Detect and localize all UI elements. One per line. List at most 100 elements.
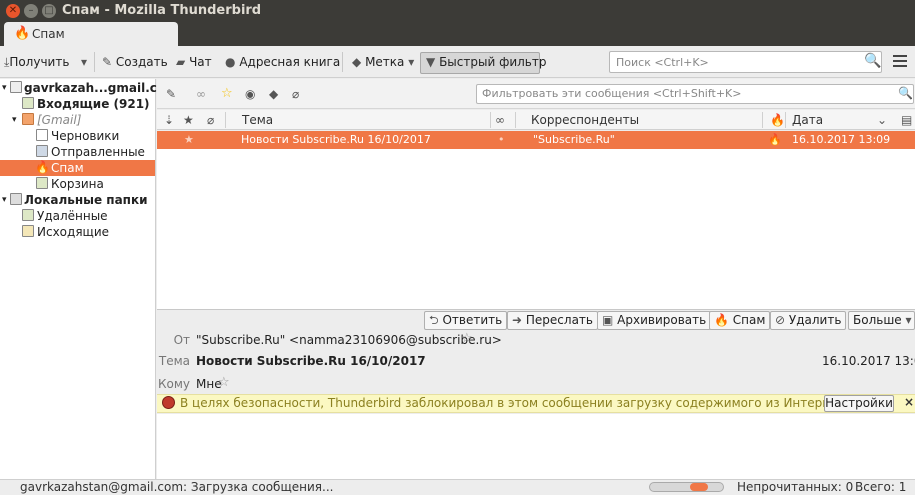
message-correspondent: "Subscribe.Ru" xyxy=(533,133,615,146)
subject-label: Тема xyxy=(158,354,190,368)
toolbar-separator xyxy=(94,52,95,72)
add-contact-star-icon[interactable]: ☆ xyxy=(218,375,230,390)
junk-column-icon[interactable]: 🔥 xyxy=(770,113,785,127)
collapse-arrow-icon[interactable]: ▾ xyxy=(2,83,7,93)
window-title: Спам - Mozilla Thunderbird xyxy=(62,3,262,18)
folder-drafts[interactable]: Черновики xyxy=(0,128,155,144)
search-placeholder: Поиск <Ctrl+K> xyxy=(616,56,709,69)
from-value[interactable]: "Subscribe.Ru" <namma23106906@subscribe.… xyxy=(196,333,502,347)
flame-icon: 🔥 xyxy=(714,313,729,327)
status-text: gavrkazahstan@gmail.com: Загрузка сообще… xyxy=(20,480,334,494)
quick-filter-label: ▼ Быстрый фильтр xyxy=(426,55,547,69)
get-messages-dropdown[interactable]: ▾ xyxy=(81,55,87,69)
collapse-arrow-icon[interactable]: ▾ xyxy=(2,195,7,205)
write-button[interactable]: ✎ Создать xyxy=(102,55,168,69)
delete-button[interactable]: ⊘ Удалить xyxy=(770,311,847,330)
contact-filter-icon[interactable]: ◉ xyxy=(245,87,255,101)
to-label: Кому xyxy=(157,377,190,391)
star-icon[interactable]: ★ xyxy=(184,133,194,146)
folder-icon xyxy=(22,113,34,125)
folder-trash[interactable]: Корзина xyxy=(0,176,155,192)
window-maximize-button[interactable]: □ xyxy=(42,4,56,18)
junk-button[interactable]: 🔥 Спам xyxy=(709,311,771,330)
subject-value: Новости Subscribe.Ru 16/10/2017 xyxy=(196,354,426,368)
message-body xyxy=(157,414,915,479)
delete-icon: ⊘ xyxy=(775,313,786,327)
column-separator xyxy=(490,112,491,128)
computer-icon xyxy=(10,193,22,205)
drafts-icon xyxy=(36,129,48,141)
add-contact-star-icon[interactable]: ☆ xyxy=(461,331,473,346)
folder-account[interactable]: ▾ gavrkazah...gmail.com xyxy=(0,80,178,96)
from-label: От xyxy=(173,333,190,347)
flame-icon: 🔥 xyxy=(14,26,31,41)
unread-column-icon[interactable]: ∞ xyxy=(495,113,505,127)
sort-arrow-icon: ⌄ xyxy=(877,113,888,127)
unread-count: Непрочитанных: 0 xyxy=(737,480,854,494)
chat-button[interactable]: ▰ Чат xyxy=(176,55,212,69)
date-column-header[interactable]: Дата xyxy=(792,113,823,127)
chat-bubble-icon: ▰ xyxy=(176,55,186,69)
date-value: 16.10.2017 13:09 xyxy=(822,354,915,368)
notice-text: В целях безопасности, Thunderbird заблок… xyxy=(180,396,856,410)
window-minimize-button[interactable]: – xyxy=(24,4,38,18)
column-picker-icon[interactable]: ▤ xyxy=(901,113,912,127)
archive-button[interactable]: ▣ Архивировать xyxy=(597,311,712,330)
flame-icon: 🔥 xyxy=(35,160,50,174)
window-close-button[interactable]: ✕ xyxy=(6,4,20,18)
address-book-button[interactable]: ● Адресная книга xyxy=(225,55,340,69)
reply-icon: ⮌ xyxy=(429,313,439,327)
close-icon[interactable]: × xyxy=(904,395,914,409)
outbox-icon xyxy=(22,225,34,237)
forward-arrow-icon: ➜ xyxy=(512,313,523,327)
message-date: 16.10.2017 13:09 xyxy=(792,133,891,146)
total-count: Всего: 1 xyxy=(855,480,907,494)
starred-filter-icon[interactable]: ☆ xyxy=(221,86,233,101)
folder-inbox[interactable]: Входящие (921) xyxy=(0,96,155,112)
thread-column-icon[interactable]: ⇣ xyxy=(164,113,174,127)
folder-outbox[interactable]: Исходящие xyxy=(0,224,155,240)
correspondents-column-header[interactable]: Корреспонденты xyxy=(531,113,639,127)
folder-spam[interactable]: 🔥 Спам xyxy=(0,160,155,176)
progress-bar xyxy=(649,482,724,492)
attachment-filter-icon[interactable]: ⌀ xyxy=(292,87,299,101)
column-separator xyxy=(225,112,226,128)
collapse-arrow-icon[interactable]: ▾ xyxy=(12,115,17,125)
dropdown-arrow-icon: ▾ xyxy=(408,55,415,69)
reply-button[interactable]: ⮌ Ответить xyxy=(424,311,508,330)
dropdown-arrow-icon: ▾ xyxy=(81,55,88,69)
tab-label: Спам xyxy=(32,27,65,41)
sent-icon xyxy=(36,145,48,157)
column-separator xyxy=(762,112,763,128)
unread-filter-icon[interactable]: ∞ xyxy=(196,87,206,101)
folder-gmail[interactable]: ▾ [Gmail] xyxy=(0,112,155,128)
attachment-column-icon[interactable]: ⌀ xyxy=(207,113,214,127)
pin-icon[interactable]: ✎ xyxy=(166,87,176,101)
folder-deleted[interactable]: Удалённые xyxy=(0,208,155,224)
mail-account-icon xyxy=(10,81,22,93)
message-subject: Новости Subscribe.Ru 16/10/2017 xyxy=(241,133,431,146)
app-menu-icon[interactable] xyxy=(893,55,907,67)
junk-flame-icon[interactable]: 🔥 xyxy=(768,133,782,146)
folder-local[interactable]: ▾ Локальные папки xyxy=(0,192,155,208)
column-separator xyxy=(515,112,516,128)
notice-settings-button[interactable]: Настройки xyxy=(824,395,894,412)
tag-icon: ◆ xyxy=(352,55,362,69)
get-messages-button[interactable]: ⤓Получить xyxy=(4,55,69,70)
unread-dot-icon[interactable]: • xyxy=(498,133,505,146)
search-icon[interactable]: 🔍 xyxy=(864,53,881,69)
folder-sent[interactable]: Отправленные xyxy=(0,144,155,160)
filter-icon: ▼ xyxy=(426,55,436,69)
forward-button[interactable]: ➜ Переслать xyxy=(507,311,598,330)
toolbar-separator xyxy=(342,52,343,72)
person-icon: ● xyxy=(225,55,236,69)
column-separator xyxy=(785,112,786,128)
more-button[interactable]: Больше ▾ xyxy=(848,311,915,330)
search-icon[interactable]: 🔍 xyxy=(898,86,913,100)
star-column-icon[interactable]: ★ xyxy=(183,113,194,127)
inbox-icon xyxy=(22,97,34,109)
tag-filter-icon[interactable]: ◆ xyxy=(269,87,278,101)
subject-column-header[interactable]: Тема xyxy=(242,113,273,127)
tag-button[interactable]: ◆ Метка ▾ xyxy=(352,55,414,69)
pencil-icon: ✎ xyxy=(102,55,113,69)
